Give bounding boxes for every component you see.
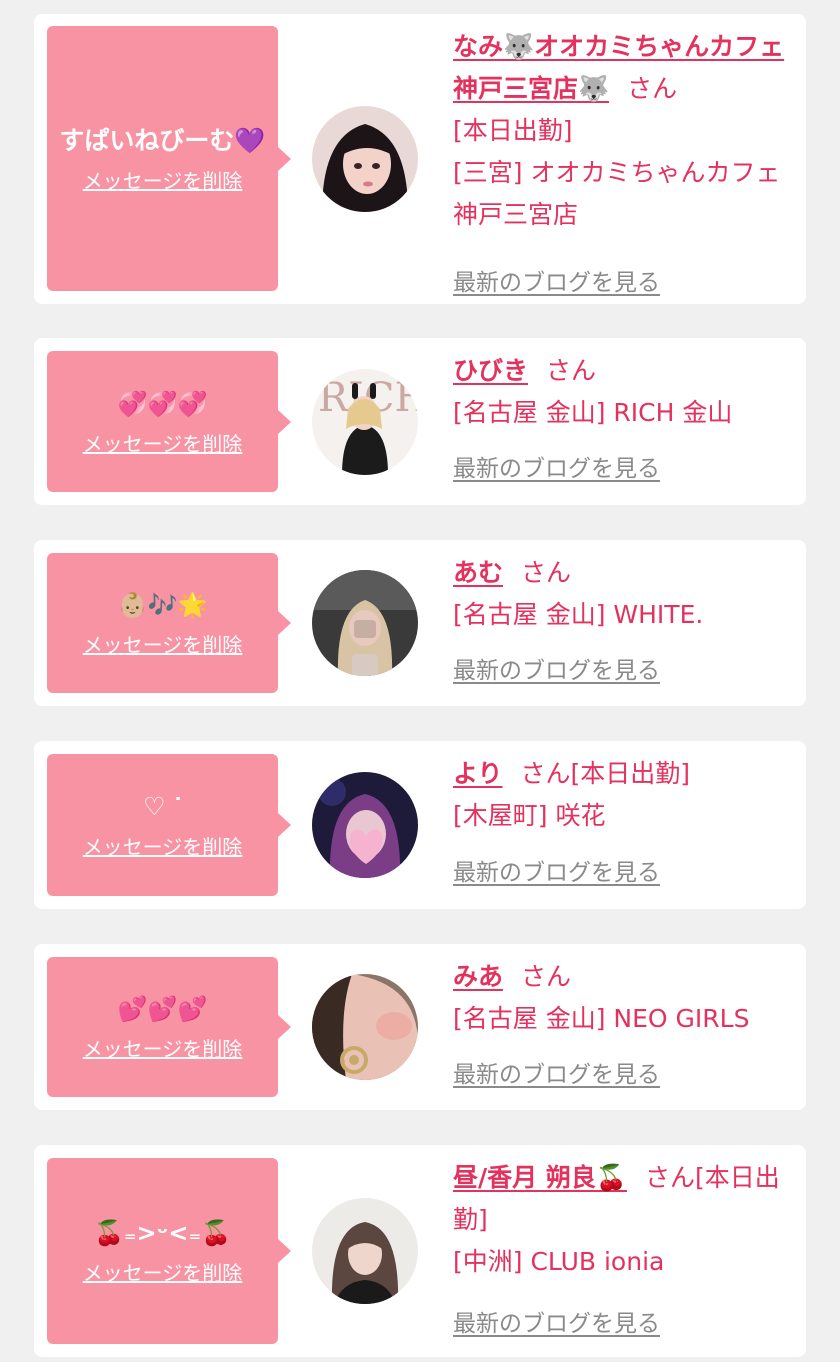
cast-info: ひびき さん [名古屋 金山] RICH 金山 最新のブログを見る (453, 350, 789, 482)
delete-message-link[interactable]: メッセージを削除 (83, 632, 243, 658)
avatar[interactable] (312, 106, 418, 212)
message-list: すぱいねびーむ💜 メッセージを削除 なみ🐺オオカミちゃんカフェ神戸三宮店🐺 さん … (0, 0, 840, 1362)
delete-message-link[interactable]: メッセージを削除 (83, 1036, 243, 1062)
avatar[interactable] (312, 974, 418, 1080)
delete-message-link[interactable]: メッセージを削除 (83, 1260, 243, 1286)
shop-name: [木屋町] 咲花 (453, 801, 606, 830)
list-item: 👶🏼🎶🌟 メッセージを削除 あむ さん [名古屋 金山] WHITE. 最新のブロ… (34, 540, 806, 706)
message-bubble: すぱいねびーむ💜 メッセージを削除 (47, 26, 291, 291)
name-line: あむ さん (453, 552, 789, 594)
message-bubble: 👶🏼🎶🌟 メッセージを削除 (47, 553, 291, 693)
cast-name-link[interactable]: なみ🐺オオカミちゃんカフェ神戸三宮店🐺 (453, 32, 784, 103)
cast-name-link[interactable]: あむ (453, 558, 503, 587)
honorific: さん (627, 74, 678, 103)
cast-name-link[interactable]: より (453, 759, 503, 788)
name-line: ひびき さん (453, 350, 789, 392)
latest-blog-link[interactable]: 最新のブログを見る (453, 1054, 660, 1096)
latest-blog-link[interactable]: 最新のブログを見る (453, 650, 660, 692)
list-item: すぱいねびーむ💜 メッセージを削除 なみ🐺オオカミちゃんカフェ神戸三宮店🐺 さん … (34, 14, 806, 304)
name-line: 昼/香月 朔良🍒 さん[本日出勤] (453, 1157, 789, 1241)
attendance-status: [本日出勤] (570, 759, 691, 788)
cast-info: より さん[本日出勤] [木屋町] 咲花 最新のブログを見る (453, 753, 789, 886)
honorific: さん (546, 356, 597, 385)
honorific: さん (520, 759, 571, 788)
latest-blog-link[interactable]: 最新のブログを見る (453, 448, 660, 490)
latest-blog-link[interactable]: 最新のブログを見る (453, 852, 660, 894)
message-text: 💞💞💞 (117, 389, 208, 418)
delete-message-link[interactable]: メッセージを削除 (83, 168, 243, 194)
cast-name-link[interactable]: 昼/香月 朔良🍒 (453, 1163, 627, 1192)
list-item: 💞💞💞 メッセージを削除 RICH ひびきさん [名古屋 金山] RICH 金山… (34, 338, 806, 505)
cast-info: あむ さん [名古屋 金山] WHITE. 最新のブログを見る (453, 552, 789, 684)
shop-name: [名古屋 金山] RICH 金山 (453, 398, 733, 427)
cast-name-link[interactable]: ひびき (453, 356, 528, 385)
message-bubble: 💞💞💞 メッセージを削除 (47, 351, 291, 492)
list-item: ♡ ᐝ メッセージを削除 より さん[本日出勤] [木屋町] 咲花 最新のブログを… (34, 741, 806, 909)
message-text: 🍒₌>ᵕ<₌🍒 (93, 1219, 232, 1247)
message-text: 👶🏼🎶🌟 (117, 591, 208, 619)
message-text: ♡ ᐝ (143, 792, 182, 821)
honorific: さん (644, 1163, 695, 1192)
message-bubble: 🍒₌>ᵕ<₌🍒 メッセージを削除 (47, 1158, 291, 1344)
message-text: 💕💕💕 (117, 995, 208, 1023)
delete-message-link[interactable]: メッセージを削除 (83, 431, 243, 457)
honorific: さん (521, 962, 572, 991)
message-text: すぱいねびーむ💜 (59, 125, 266, 155)
honorific: さん (521, 558, 572, 587)
name-line: みあ さん (453, 956, 789, 998)
avatar[interactable] (312, 1198, 418, 1304)
message-bubble: ♡ ᐝ メッセージを削除 (47, 754, 291, 896)
list-item: 🍒₌>ᵕ<₌🍒 メッセージを削除 昼/香月 朔良🍒 さん[本日出勤] [中洲] C… (34, 1145, 806, 1357)
shop-name: [中洲] CLUB ionia (453, 1247, 665, 1276)
message-bubble: 💕💕💕 メッセージを削除 (47, 957, 291, 1097)
list-item: 💕💕💕 メッセージを削除 みあ さん [名古屋 金山] NEO GIRLS 最新の… (34, 944, 806, 1110)
cast-name-link[interactable]: みあ (453, 962, 503, 991)
cast-info: みあ さん [名古屋 金山] NEO GIRLS 最新のブログを見る (453, 956, 789, 1088)
name-line: なみ🐺オオカミちゃんカフェ神戸三宮店🐺 さん (453, 26, 789, 110)
avatar[interactable]: RICH (312, 369, 418, 475)
shop-name: [名古屋 金山] WHITE. (453, 600, 704, 629)
cast-info: なみ🐺オオカミちゃんカフェ神戸三宮店🐺 さん [本日出勤] [三宮] オオカミちゃ… (453, 26, 789, 296)
latest-blog-link[interactable]: 最新のブログを見る (453, 1303, 660, 1345)
attendance-status: [本日出勤] (453, 116, 573, 145)
avatar[interactable] (312, 570, 418, 676)
cast-info: 昼/香月 朔良🍒 さん[本日出勤] [中洲] CLUB ionia 最新のブログを… (453, 1157, 789, 1337)
latest-blog-link[interactable]: 最新のブログを見る (453, 262, 660, 304)
shop-name: [名古屋 金山] NEO GIRLS (453, 1004, 750, 1033)
delete-message-link[interactable]: メッセージを削除 (83, 834, 243, 860)
name-line: より さん[本日出勤] (453, 753, 789, 795)
avatar[interactable] (312, 772, 418, 878)
shop-name: [三宮] オオカミちゃんカフェ神戸三宮店 (453, 158, 781, 229)
